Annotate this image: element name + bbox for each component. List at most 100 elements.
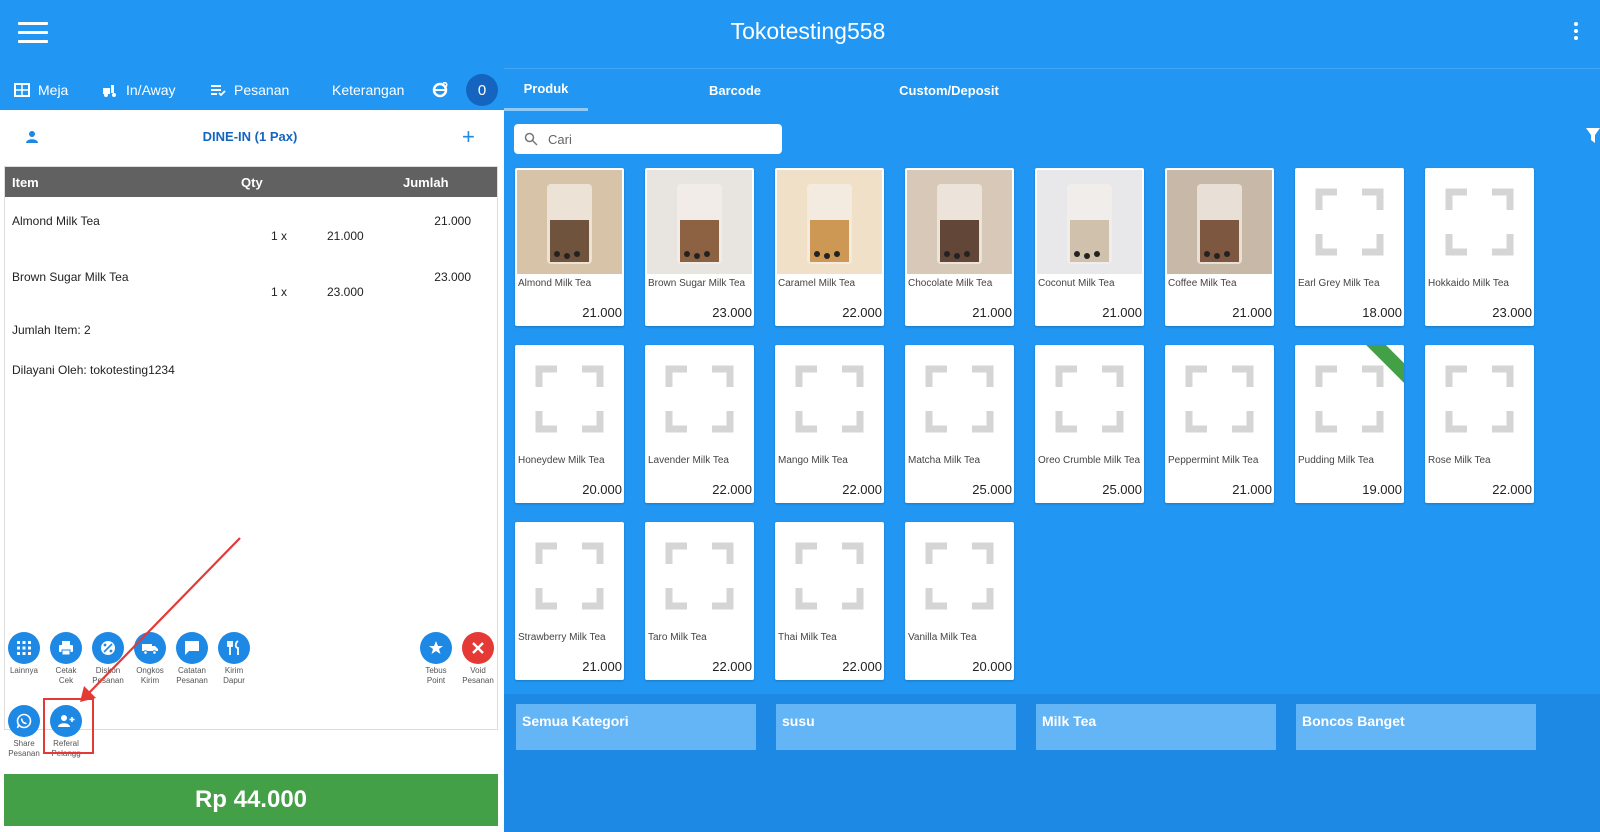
image-placeholder-icon (907, 347, 1012, 451)
product-price: 21.000 (972, 305, 1012, 320)
search-input[interactable] (548, 131, 748, 147)
add-icon[interactable]: + (462, 124, 475, 150)
shipping-cost-button[interactable]: Ongkos Kirim (129, 632, 171, 686)
nav-keterangan[interactable]: Keterangan (332, 70, 404, 110)
category-boncos-banget[interactable]: Boncos Banget (1296, 704, 1536, 750)
product-card[interactable]: Brown Sugar Milk Tea 23.000 (645, 168, 754, 326)
print-check-button[interactable]: Cetak Cek (45, 632, 87, 686)
share-order-button[interactable]: Share Pesanan (3, 705, 45, 759)
apps-grid-icon (8, 632, 40, 664)
total-pay-button[interactable]: Rp 44.000 (4, 774, 498, 826)
product-price: 25.000 (1102, 482, 1142, 497)
row-price: 23.000 (327, 285, 364, 299)
fork-knife-icon (218, 632, 250, 664)
order-note-button[interactable]: Catatan Pesanan (171, 632, 213, 686)
product-name: Almond Milk Tea (518, 278, 592, 289)
nav-pesanan[interactable]: Pesanan (210, 70, 289, 110)
delivery-truck-icon (134, 632, 166, 664)
tab-produk[interactable]: Produk (504, 69, 588, 111)
more-button[interactable]: Lainnya (3, 632, 45, 676)
product-price: 22.000 (842, 305, 882, 320)
product-price: 21.000 (1232, 305, 1272, 320)
product-photo (517, 170, 622, 274)
image-placeholder-icon (907, 524, 1012, 628)
product-card[interactable]: Strawberry Milk Tea 21.000 (515, 522, 624, 680)
category-milk-tea[interactable]: Milk Tea (1036, 704, 1276, 750)
product-name: Peppermint Milk Tea (1168, 455, 1259, 466)
redeem-point-button[interactable]: Tebus Point (415, 632, 457, 686)
order-count-badge[interactable]: 0 (466, 74, 498, 106)
product-name: Rose Milk Tea (1428, 455, 1491, 466)
product-card[interactable]: Coffee Milk Tea 21.000 (1165, 168, 1274, 326)
product-name: Hokkaido Milk Tea (1428, 278, 1509, 289)
product-name: Vanilla Milk Tea (908, 632, 977, 643)
list-check-icon (211, 85, 226, 97)
product-name: Mango Milk Tea (778, 455, 848, 466)
search-box[interactable] (514, 124, 782, 154)
image-placeholder-icon (647, 524, 752, 628)
product-card[interactable]: Thai Milk Tea 22.000 (775, 522, 884, 680)
shipping-label-2: Kirim (140, 676, 160, 685)
category-bar: Semua Kategori susu Milk Tea Boncos Bang… (504, 694, 1600, 832)
tab-barcode[interactable]: Barcode (690, 69, 780, 111)
product-name: Coffee Milk Tea (1168, 278, 1237, 289)
product-photo (647, 170, 752, 274)
product-price: 21.000 (582, 659, 622, 674)
product-card[interactable]: Mango Milk Tea 22.000 (775, 345, 884, 503)
search-icon (524, 132, 538, 146)
product-name: Taro Milk Tea (648, 632, 707, 643)
highlight-box (43, 698, 94, 754)
table-row[interactable]: Almond Milk Tea 21.000 1 x 21.000 (5, 197, 497, 253)
product-card[interactable]: Caramel Milk Tea 22.000 (775, 168, 884, 326)
image-placeholder-icon (1297, 170, 1402, 274)
table-row[interactable]: Brown Sugar Milk Tea 23.000 1 x 23.000 (5, 253, 497, 309)
order-note-label-1: Catatan (177, 666, 207, 675)
filter-icon[interactable] (1586, 128, 1600, 144)
dine-in-label[interactable]: DINE-IN (1 Pax) (0, 129, 500, 144)
product-card[interactable]: Chocolate Milk Tea 21.000 (905, 168, 1014, 326)
served-by: Dilayani Oleh: tokotesting1234 (12, 363, 175, 377)
col-item: Item (12, 175, 39, 190)
product-photo (1037, 170, 1142, 274)
discount-button[interactable]: Diskon Pesanan (87, 632, 129, 686)
top-app-bar: Tokotesting558 (0, 0, 1600, 66)
product-card[interactable]: Hokkaido Milk Tea 23.000 (1425, 168, 1534, 326)
order-header: DINE-IN (1 Pax) + (0, 110, 504, 164)
row-qty: 1 x (271, 285, 288, 299)
image-placeholder-icon (1427, 170, 1532, 274)
product-name: Earl Grey Milk Tea (1298, 278, 1380, 289)
category-susu[interactable]: susu (776, 704, 1016, 750)
product-card[interactable]: Peppermint Milk Tea 21.000 (1165, 345, 1274, 503)
product-card[interactable]: Earl Grey Milk Tea 18.000 (1295, 168, 1404, 326)
product-card[interactable]: Rose Milk Tea 22.000 (1425, 345, 1534, 503)
discount-badge-icon (92, 632, 124, 664)
void-order-button[interactable]: Void Pesanan (457, 632, 499, 686)
product-card[interactable]: Honeydew Milk Tea 20.000 (515, 345, 624, 503)
tab-custom-deposit[interactable]: Custom/Deposit (884, 69, 1014, 111)
product-card[interactable]: Pudding Milk Tea 19.000 (1295, 345, 1404, 503)
more-options-icon[interactable] (1574, 22, 1580, 44)
product-name: Thai Milk Tea (778, 632, 837, 643)
category-all[interactable]: Semua Kategori (516, 704, 756, 750)
order-nav-bar: Meja In/Away Pesanan Keterangan 0 (0, 70, 504, 110)
nav-in-away[interactable]: In/Away (102, 70, 176, 110)
product-price: 21.000 (1232, 482, 1272, 497)
product-name: Honeydew Milk Tea (518, 455, 605, 466)
product-card[interactable]: Coconut Milk Tea 21.000 (1035, 168, 1144, 326)
send-kitchen-button[interactable]: Kirim Dapur (213, 632, 255, 686)
product-card[interactable]: Matcha Milk Tea 25.000 (905, 345, 1014, 503)
nav-browser[interactable] (432, 70, 448, 110)
product-name: Lavender Milk Tea (648, 455, 729, 466)
product-card[interactable]: Oreo Crumble Milk Tea 25.000 (1035, 345, 1144, 503)
product-card[interactable]: Vanilla Milk Tea 20.000 (905, 522, 1014, 680)
whatsapp-icon (8, 705, 40, 737)
nav-meja[interactable]: Meja (14, 70, 68, 110)
product-card[interactable]: Lavender Milk Tea 22.000 (645, 345, 754, 503)
product-card[interactable]: Almond Milk Tea 21.000 (515, 168, 624, 326)
image-placeholder-icon (777, 347, 882, 451)
row-price: 21.000 (327, 229, 364, 243)
product-name: Brown Sugar Milk Tea (648, 278, 746, 289)
product-price: 21.000 (1102, 305, 1142, 320)
product-name: Strawberry Milk Tea (518, 632, 606, 643)
product-card[interactable]: Taro Milk Tea 22.000 (645, 522, 754, 680)
